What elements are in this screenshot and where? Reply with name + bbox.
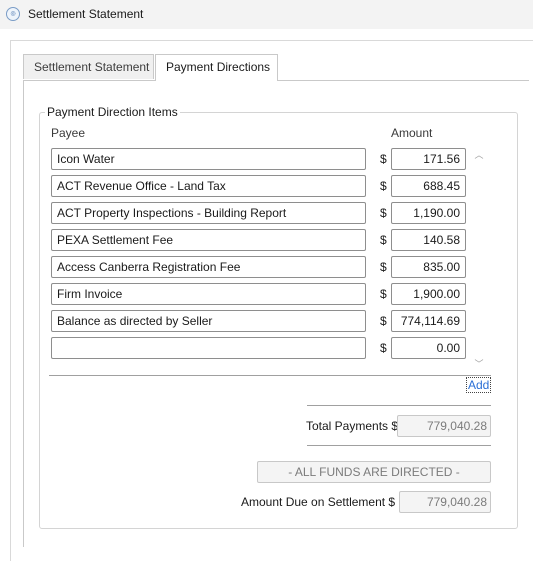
payee-input[interactable]: Firm Invoice xyxy=(51,283,366,305)
window-title: Settlement Statement xyxy=(28,7,144,21)
amount-input[interactable]: 688.45 xyxy=(391,175,466,197)
payee-input[interactable]: Icon Water xyxy=(51,148,366,170)
totals-divider-bottom xyxy=(307,445,491,446)
currency-symbol: $ xyxy=(380,179,387,193)
tab-payment-directions[interactable]: Payment Directions xyxy=(155,54,278,81)
amount-due-field: 779,040.28 xyxy=(399,491,491,513)
payee-input[interactable] xyxy=(51,337,366,359)
amount-input[interactable]: 835.00 xyxy=(391,256,466,278)
payee-input[interactable]: ACT Property Inspections - Building Repo… xyxy=(51,202,366,224)
tab-settlement-statement[interactable]: Settlement Statement xyxy=(23,54,154,79)
currency-symbol: $ xyxy=(380,260,387,274)
add-link[interactable]: Add xyxy=(466,377,492,393)
currency-symbol: $ xyxy=(380,233,387,247)
list-scrollbar[interactable]: ︿ ﹀ xyxy=(471,146,487,370)
currency-symbol: $ xyxy=(380,287,387,301)
amount-input[interactable]: 171.56 xyxy=(391,148,466,170)
total-payments-field: 779,040.28 xyxy=(397,415,491,437)
payee-input[interactable]: Balance as directed by Seller xyxy=(51,310,366,332)
currency-symbol: $ xyxy=(380,314,387,328)
list-divider xyxy=(49,375,491,376)
currency-symbol: $ xyxy=(380,206,387,220)
amount-input[interactable]: 140.58 xyxy=(391,229,466,251)
amount-input[interactable]: 1,900.00 xyxy=(391,283,466,305)
payee-input[interactable]: ACT Revenue Office - Land Tax xyxy=(51,175,366,197)
currency-symbol: $ xyxy=(380,152,387,166)
group-title: Payment Direction Items xyxy=(45,105,180,119)
amount-input[interactable]: 774,114.69 xyxy=(391,310,466,332)
scroll-down-icon[interactable]: ﹀ xyxy=(474,357,484,370)
app-icon: ◎ xyxy=(6,7,20,21)
payee-column-header: Payee xyxy=(51,126,86,140)
total-payments-label: Total Payments $ xyxy=(306,419,399,433)
scroll-up-icon[interactable]: ︿ xyxy=(474,148,484,161)
amount-due-label: Amount Due on Settlement $ xyxy=(241,495,396,509)
amount-input[interactable]: 0.00 xyxy=(391,337,466,359)
amount-column-header: Amount xyxy=(391,126,433,140)
payee-input[interactable]: PEXA Settlement Fee xyxy=(51,229,366,251)
currency-symbol: $ xyxy=(380,341,387,355)
payee-input[interactable]: Access Canberra Registration Fee xyxy=(51,256,366,278)
title-bar: ◎ Settlement Statement xyxy=(0,0,533,29)
totals-divider-top xyxy=(307,405,491,406)
amount-input[interactable]: 1,190.00 xyxy=(391,202,466,224)
funds-status-indicator: - ALL FUNDS ARE DIRECTED - xyxy=(257,461,491,483)
